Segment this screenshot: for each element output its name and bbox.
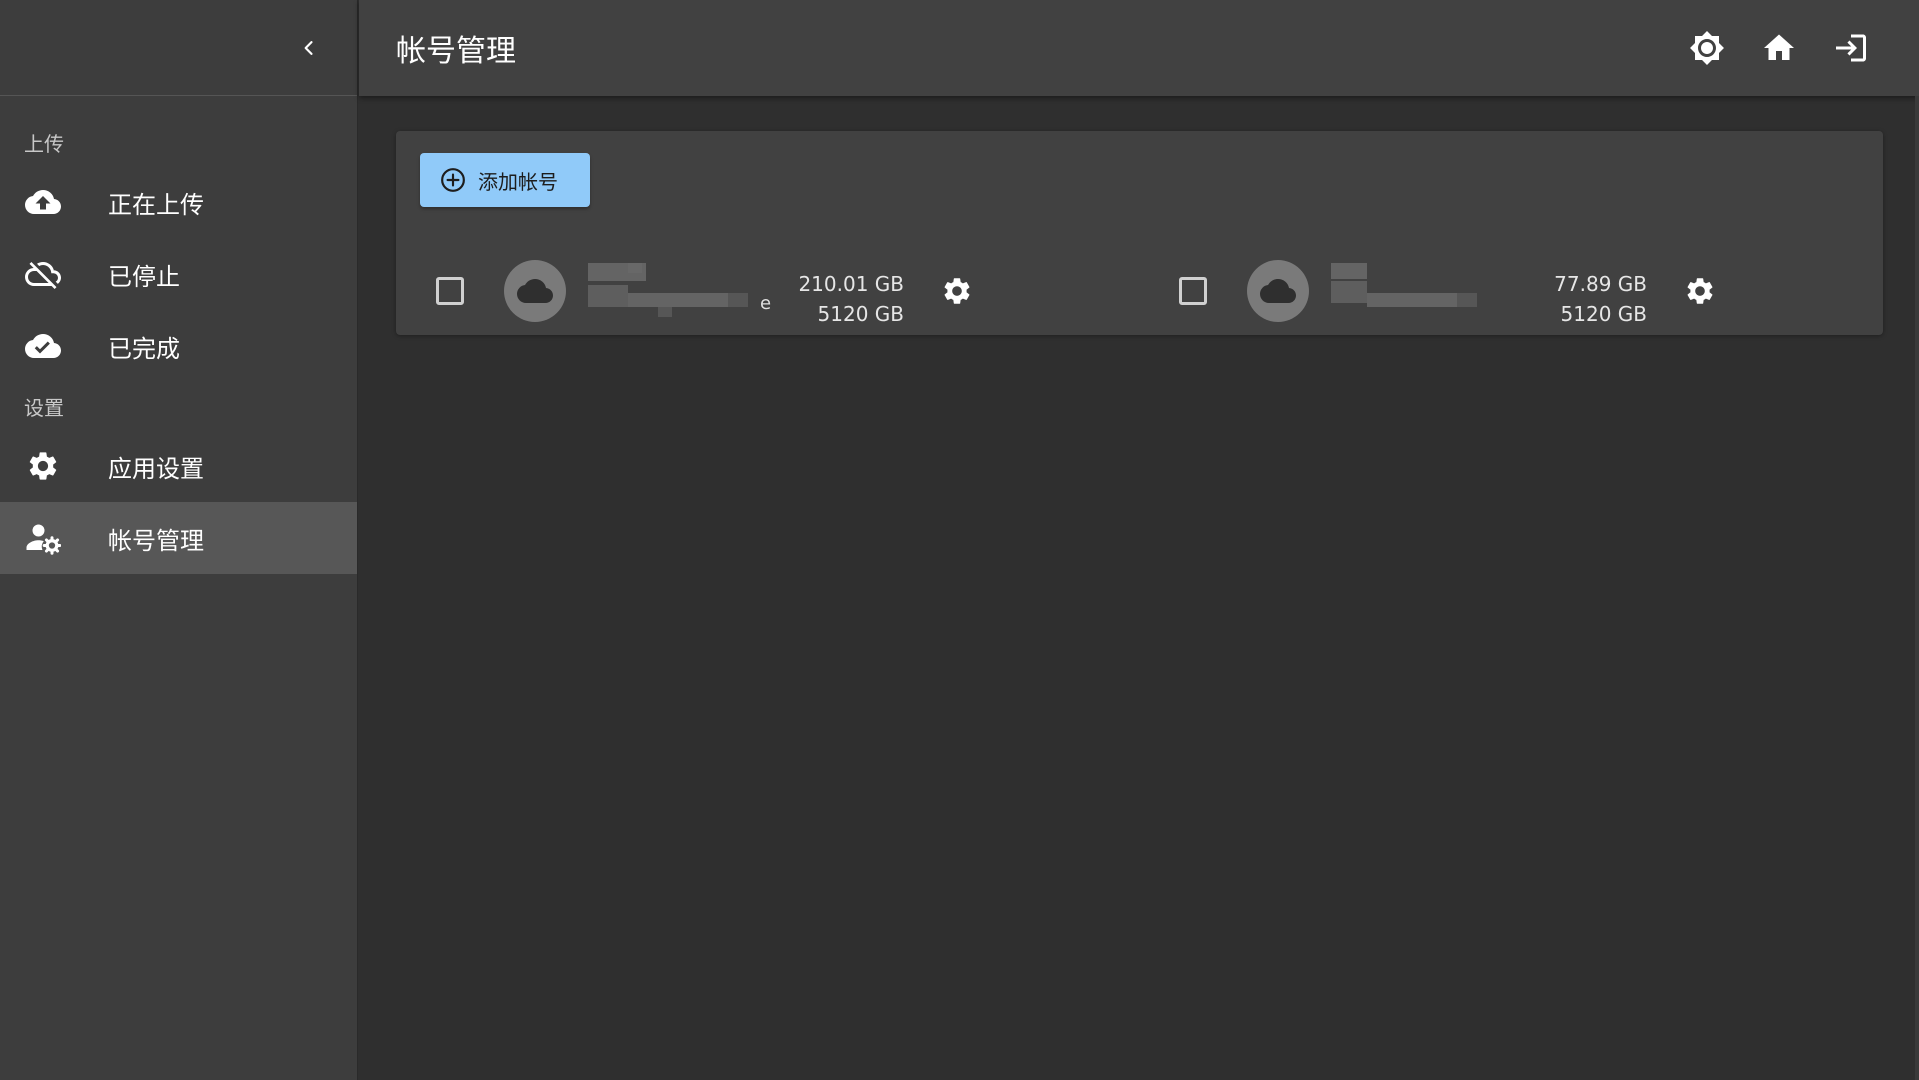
account-item: 77.89 GB 5120 GB [1139,247,1839,337]
logout-button[interactable] [1829,26,1873,70]
add-circle-icon [440,167,466,193]
cloud-icon [517,279,553,303]
account-settings-button[interactable] [940,274,974,308]
sidebar-item-label: 正在上传 [108,190,204,219]
gear-icon [24,447,62,485]
account-checkbox[interactable] [1179,277,1207,305]
account-total: 5120 GB [1560,302,1647,326]
account-name-redacted [1331,263,1531,319]
add-account-button[interactable]: 添加帐号 [420,153,590,207]
gear-icon [944,278,970,304]
app-root: 上传 正在上传 已停止 已完成 设置 应用设置 帐号管理 帐号管理 添加帐号 e… [0,0,1919,1080]
account-cog-icon [24,519,62,557]
account-checkbox[interactable] [436,277,464,305]
sidebar-item-app-settings[interactable]: 应用设置 [0,430,357,502]
theme-toggle-button[interactable] [1685,26,1729,70]
home-icon [1764,34,1794,60]
sidebar-item-label: 应用设置 [108,454,204,483]
sidebar-item-stopped[interactable]: 已停止 [0,238,357,310]
cloud-icon [1260,279,1296,303]
cloud-off-icon [24,255,62,293]
account-usage: 210.01 GB 5120 GB [798,269,904,329]
header-actions [1685,26,1919,70]
theme-toggle-icon [1690,31,1724,65]
gear-icon [1687,278,1713,304]
sidebar-item-label: 已停止 [108,262,180,291]
home-button[interactable] [1757,26,1801,70]
account-name-suffix: e [760,293,772,314]
section-label-settings: 设置 [24,395,64,420]
account-avatar [504,260,566,322]
sidebar-item-completed[interactable]: 已完成 [0,310,357,382]
sidebar-item-label: 已完成 [108,334,180,363]
cloud-upload-icon [24,183,62,221]
account-name-redacted: e [588,263,788,319]
account-item: e 210.01 GB 5120 GB [396,247,1096,337]
account-used: 77.89 GB [1554,272,1647,296]
add-account-label: 添加帐号 [478,169,558,194]
collapse-sidebar-button[interactable] [291,30,327,66]
account-settings-button[interactable] [1683,274,1717,308]
logout-icon [1836,34,1866,62]
app-header: 帐号管理 [359,0,1919,96]
sidebar-item-label: 帐号管理 [108,526,204,555]
cloud-done-icon [24,327,62,365]
account-usage: 77.89 GB 5120 GB [1554,269,1647,329]
account-used: 210.01 GB [798,272,904,296]
sidebar-item-account-management[interactable]: 帐号管理 [0,502,357,574]
scrollbar-track[interactable] [1915,96,1919,1080]
account-total: 5120 GB [817,302,904,326]
chevron-left-icon [304,41,313,55]
section-label-upload: 上传 [24,131,64,156]
sidebar-item-uploading[interactable]: 正在上传 [0,166,357,238]
sidebar-header [0,0,357,96]
account-avatar [1247,260,1309,322]
accounts-card: 添加帐号 e 210.01 GB 5120 GB 77.89 GB 5120 G… [396,131,1883,335]
page-title: 帐号管理 [396,34,516,69]
sidebar: 上传 正在上传 已停止 已完成 设置 应用设置 帐号管理 [0,0,358,1080]
